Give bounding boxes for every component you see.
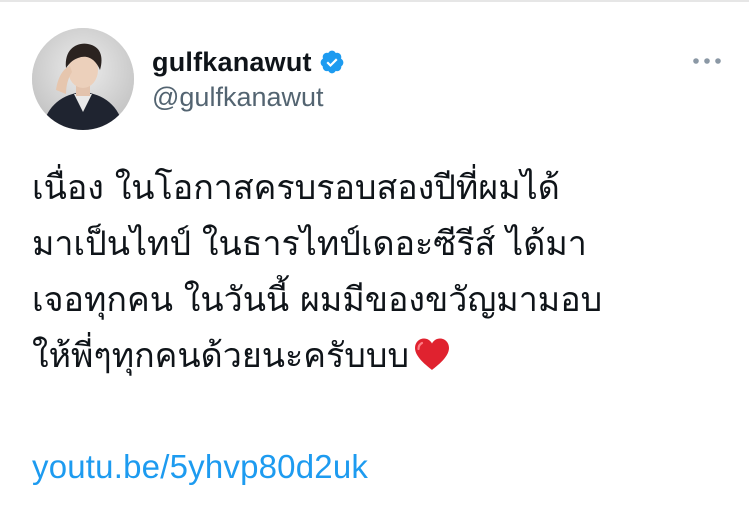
tweet-text-line: เจอทุกคน ในวันนี้ ผมมีของขวัญมามอบ [32, 280, 603, 320]
tweet-header: gulfkanawut @gulfkanawut [32, 28, 722, 132]
display-name[interactable]: gulfkanawut [152, 47, 312, 78]
avatar[interactable] [32, 28, 134, 130]
verified-badge-icon [319, 49, 345, 75]
profile-photo-icon [32, 28, 134, 130]
tweet-text-line-last: ให้พี่ๆทุกคนด้วยนะครับบบ [32, 328, 722, 384]
tweet-text-line: มาเป็นไทป์ ในธารไทป์เดอะซีรีส์ ได้มา [32, 224, 587, 264]
tweet-text-segment: ให้พี่ๆทุกคนด้วยนะครับบบ [32, 336, 410, 376]
author-handle[interactable]: @gulfkanawut [152, 82, 345, 113]
tweet-link[interactable]: youtu.be/5yhvp80d2uk [32, 448, 368, 486]
top-divider [0, 0, 749, 2]
author-name-block: gulfkanawut @gulfkanawut [152, 44, 345, 113]
tweet-text-line: เนื่อง ในโอกาสครบรอบสองปีที่ผมได้ [32, 168, 560, 208]
red-heart-icon [413, 332, 451, 370]
ellipsis-horizontal-icon[interactable] [692, 54, 722, 66]
tweet-text: เนื่อง ในโอกาสครบรอบสองปีที่ผมได้ มาเป็น… [32, 160, 722, 384]
display-name-row: gulfkanawut [152, 44, 345, 80]
